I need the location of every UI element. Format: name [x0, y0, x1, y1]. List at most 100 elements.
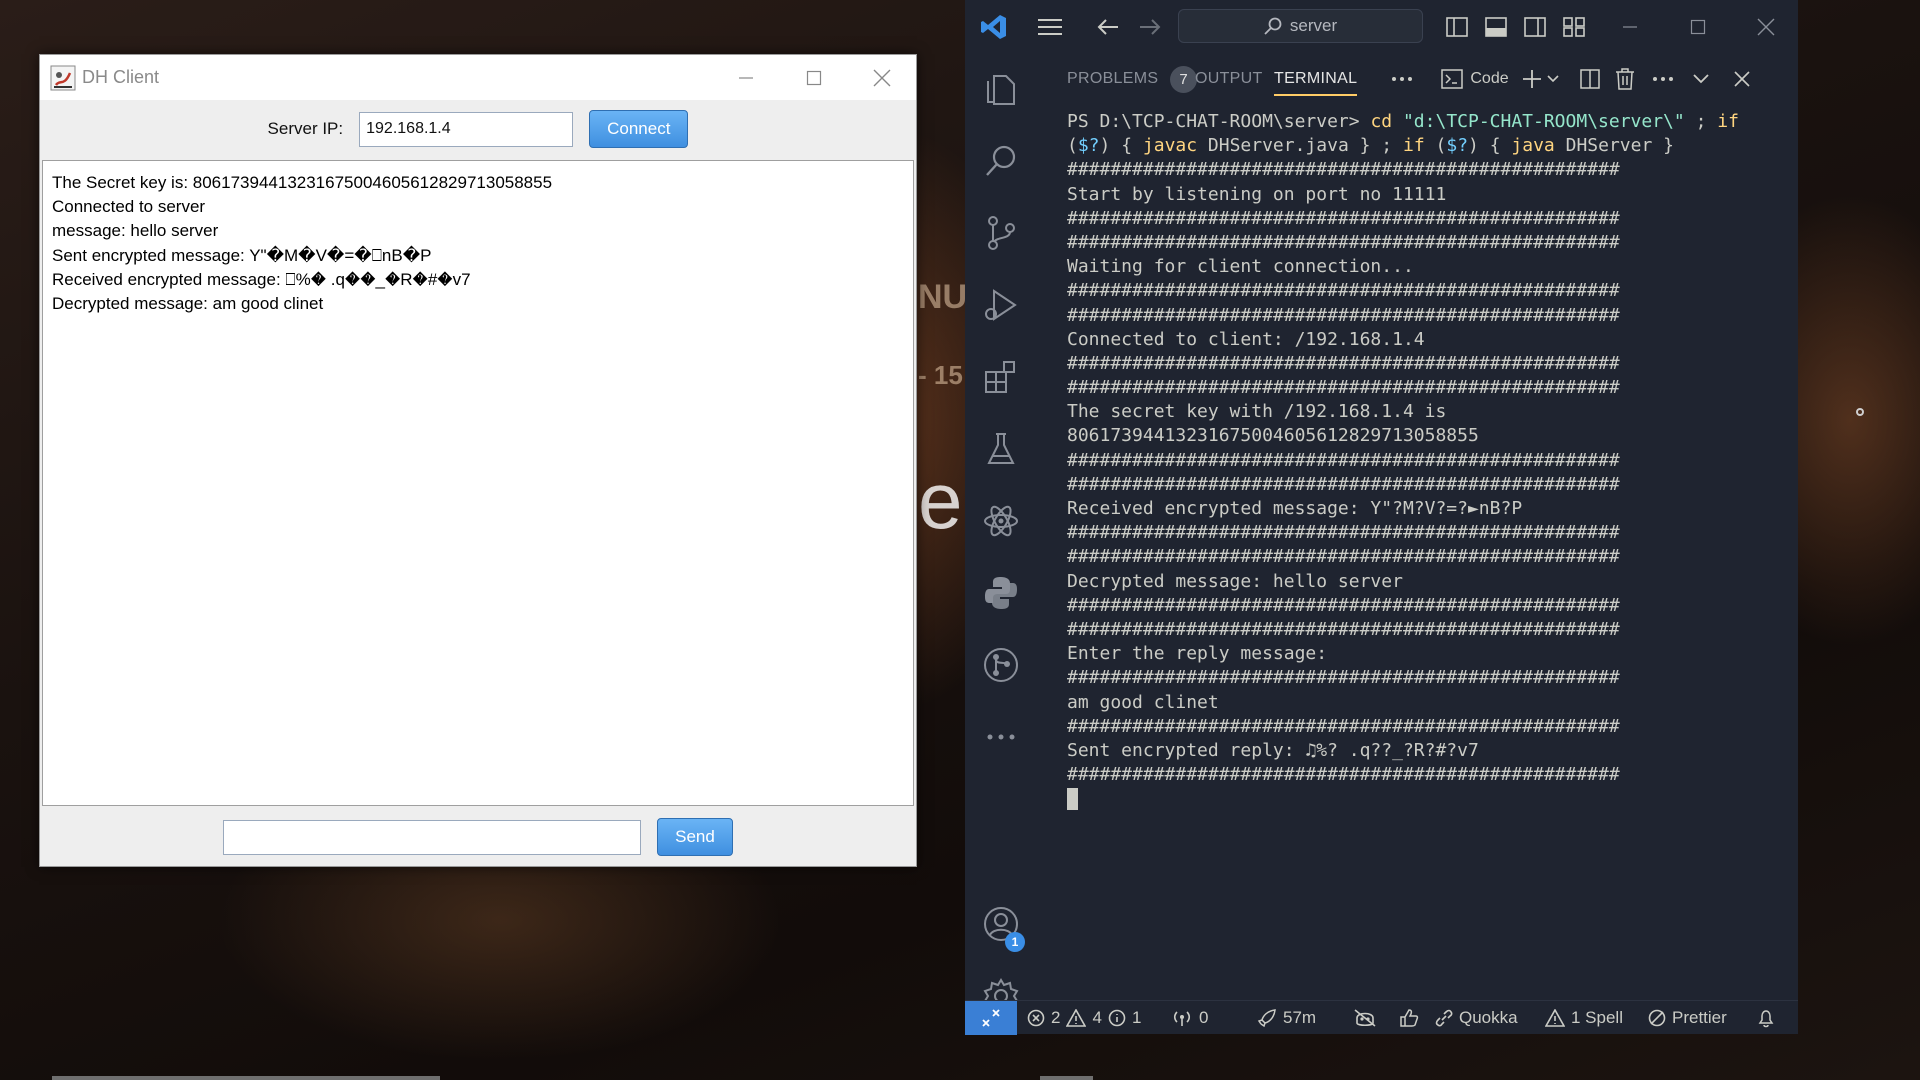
menu-icon[interactable] — [1035, 14, 1065, 40]
terminal-line: ########################################… — [1067, 231, 1620, 253]
explorer-icon[interactable] — [965, 59, 1037, 119]
minimize-button[interactable] — [1615, 14, 1645, 40]
server-ip-input[interactable] — [359, 111, 574, 147]
toggle-primary-sidebar-icon[interactable] — [1444, 14, 1470, 40]
react-atom-icon[interactable] — [965, 491, 1037, 551]
window-title: DH Client — [82, 67, 160, 87]
status-bar: 2 4 1 0 57m Quokka 1 Spell Prettier — [965, 1000, 1798, 1035]
cmd-token: ( — [1424, 135, 1447, 157]
close-panel-icon[interactable] — [1729, 66, 1755, 92]
ports-status[interactable]: 0 — [1171, 1001, 1208, 1035]
tab-output[interactable]: OUTPUT — [1195, 70, 1263, 88]
terminal-line: Received encrypted message: Y"?M?V?=?►nB… — [1067, 498, 1523, 519]
terminal-line: Sent encrypted reply: ♫%? .q??_?R?#?v7 — [1067, 739, 1479, 761]
more-actions-icon[interactable] — [1650, 66, 1676, 92]
cmd-token: "d:\TCP-CHAT-ROOM\server\" — [1402, 111, 1685, 132]
maximize-icon — [1690, 19, 1706, 35]
tab-problems[interactable]: PROBLEMS — [1067, 70, 1158, 88]
dh-titlebar[interactable]: DH Client — [40, 55, 916, 100]
maximize-button[interactable] — [1683, 14, 1713, 40]
error-icon — [1027, 1009, 1045, 1027]
terminal-line: ########################################… — [1067, 377, 1620, 399]
terminal-prompt: PS D:\TCP-CHAT-ROOM\server> — [1067, 111, 1371, 132]
cmd-token: DHServer.java } ; — [1197, 135, 1403, 157]
prettier-disabled-icon — [1648, 1009, 1666, 1027]
info-count: 1 — [1131, 1008, 1142, 1027]
toggle-panel-icon[interactable] — [1483, 14, 1509, 40]
cmd-token: ) { — [1468, 135, 1512, 157]
terminal-line: ########################################… — [1067, 352, 1620, 374]
terminal-line: Decrypted message: hello server — [1067, 570, 1403, 592]
source-control-icon[interactable] — [965, 203, 1037, 263]
terminal-output[interactable]: PS D:\TCP-CHAT-ROOM\server> cd "d:\TCP-C… — [1067, 110, 1777, 811]
split-terminal-icon[interactable] — [1577, 66, 1603, 92]
rocket-icon — [1257, 1009, 1276, 1028]
terminal-line: ########################################… — [1067, 280, 1620, 302]
minimize-icon — [739, 76, 753, 79]
cmd-token: if — [1402, 135, 1425, 157]
close-button[interactable] — [1751, 14, 1781, 40]
notifications-bell-icon[interactable] — [1757, 1001, 1775, 1035]
command-center-search[interactable]: server — [1178, 9, 1423, 43]
cmd-token: java — [1511, 135, 1555, 157]
session-time-status[interactable]: 57m — [1257, 1001, 1316, 1035]
terminal-line: ########################################… — [1067, 159, 1620, 181]
cmd-token: DHServer } — [1554, 135, 1674, 157]
minimize-icon — [1623, 26, 1637, 28]
run-debug-icon[interactable] — [965, 275, 1037, 335]
testing-flask-icon[interactable] — [965, 419, 1037, 479]
close-button[interactable] — [848, 55, 916, 100]
accounts-icon[interactable]: 1 — [965, 894, 1037, 954]
gitlens-icon[interactable] — [965, 635, 1037, 695]
shell-label: Code — [1470, 70, 1509, 87]
cmd-token: javac — [1142, 135, 1198, 157]
extensions-icon[interactable] — [965, 347, 1037, 407]
prettier-status[interactable]: Prettier — [1648, 1001, 1727, 1035]
trash-icon[interactable] — [1612, 66, 1638, 92]
terminal-line: ########################################… — [1067, 715, 1620, 737]
terminal-command-line: ($?) { javac DHServer.java } ; if ($?) {… — [1067, 134, 1777, 158]
forward-arrow-icon[interactable] — [1137, 14, 1163, 40]
maximize-button[interactable] — [780, 55, 848, 100]
python-icon[interactable] — [965, 563, 1037, 623]
send-button[interactable]: Send — [657, 818, 733, 856]
minimize-button[interactable] — [712, 55, 780, 100]
tab-terminal[interactable]: TERMINAL — [1274, 70, 1358, 96]
remote-indicator[interactable] — [965, 1000, 1017, 1035]
plus-icon — [1523, 70, 1541, 88]
more-views-icon[interactable] — [965, 707, 1037, 767]
terminal-line: ########################################… — [1067, 667, 1620, 689]
search-icon — [1264, 17, 1282, 35]
cmd-token: ) { — [1099, 135, 1143, 157]
vscode-titlebar[interactable]: server — [965, 0, 1798, 53]
quokka-status[interactable]: Quokka — [1435, 1001, 1518, 1035]
terminal-line: ########################################… — [1067, 304, 1620, 326]
spell-status[interactable]: 1 Spell — [1545, 1001, 1623, 1035]
chevron-down-icon — [1547, 75, 1559, 83]
copilot-disabled-icon[interactable] — [1353, 1001, 1377, 1035]
message-input[interactable] — [223, 819, 642, 855]
message-log[interactable]: The Secret key is: 806173944132316750046… — [42, 160, 914, 806]
connect-button[interactable]: Connect — [589, 110, 689, 148]
customize-layout-icon[interactable] — [1561, 14, 1587, 40]
terminal-line: ########################################… — [1067, 594, 1620, 616]
search-icon[interactable] — [965, 131, 1037, 191]
toggle-secondary-sidebar-icon[interactable] — [1522, 14, 1548, 40]
new-terminal-button[interactable] — [1519, 66, 1563, 92]
wallpaper-ring — [1856, 408, 1864, 416]
warning-icon — [1545, 1009, 1565, 1027]
problems-status[interactable]: 2 4 1 — [1027, 1001, 1141, 1035]
taskbar-indicator — [1040, 1076, 1093, 1080]
session-time: 57m — [1283, 1008, 1317, 1027]
info-icon — [1108, 1009, 1126, 1027]
cmd-token: $? — [1077, 135, 1100, 157]
terminal-shell-selector[interactable]: Code — [1435, 66, 1515, 92]
terminal-line: am good clinet — [1067, 691, 1219, 713]
chevron-down-icon[interactable] — [1688, 66, 1714, 92]
more-tabs-icon[interactable] — [1389, 66, 1415, 92]
search-text: server — [1289, 16, 1338, 35]
feedback-thumb-icon[interactable] — [1399, 1001, 1419, 1035]
broadcast-icon — [1173, 1011, 1191, 1026]
back-arrow-icon[interactable] — [1095, 14, 1121, 40]
maximize-icon — [806, 70, 822, 85]
